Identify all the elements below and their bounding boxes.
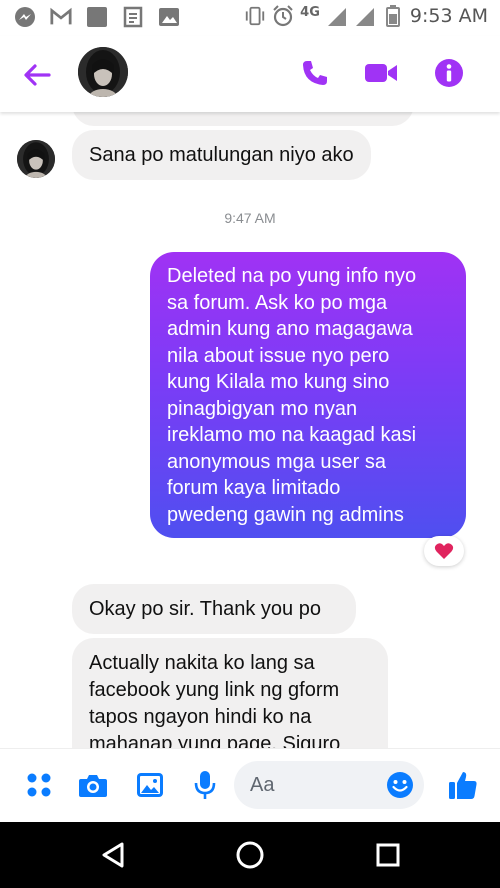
heart-icon: [434, 543, 454, 559]
info-icon: [435, 59, 463, 87]
system-navigation-bar: [0, 822, 500, 888]
message-line: ireklamo mo na kaagad kasi: [167, 424, 417, 446]
conversation-header: [0, 36, 500, 112]
message-line: tapos ngayon hindi ko na: [89, 706, 312, 728]
voice-message-button[interactable]: [190, 770, 220, 800]
circle-home-icon: [236, 841, 264, 869]
like-button[interactable]: [448, 770, 478, 800]
nav-recents-button[interactable]: [373, 840, 403, 870]
incoming-message[interactable]: Okay po sir. Thank you po: [72, 584, 356, 634]
message-line: admin kung ano magagawa: [167, 318, 413, 340]
more-actions-button[interactable]: [24, 770, 54, 800]
video-camera-icon: [365, 64, 397, 82]
image-notification-icon: [158, 6, 180, 28]
message-line: mahanap yung page. Siguro: [89, 733, 341, 748]
smiley-icon: [387, 772, 413, 798]
four-dots-icon: [27, 773, 51, 797]
status-bar: 4G 9:53 AM: [0, 0, 500, 36]
news-icon: [122, 6, 144, 28]
message-text: Sana po matulungan niyo ako: [89, 144, 354, 166]
avatar-photo: [78, 47, 128, 97]
outgoing-message[interactable]: Deleted na po yung info nyo sa forum. As…: [150, 252, 466, 538]
app-notification-icon: [86, 6, 108, 28]
message-composer: [0, 748, 500, 822]
clock: 9:53 AM: [409, 5, 488, 27]
message-line: sa forum. Ask ko po mga: [167, 291, 388, 314]
messenger-notification-icon: [14, 6, 36, 28]
message-line: anonymous mga user sa: [167, 450, 387, 473]
message-line: kung Kilala mo kung sino: [167, 371, 390, 393]
signal-icon-2: [354, 5, 376, 27]
message-thread[interactable]: Sana po matulungan niyo ako 9:47 AM Dele…: [0, 112, 500, 748]
message-line: forum kaya limitado: [167, 477, 341, 499]
emoji-button[interactable]: [386, 771, 414, 799]
image-icon: [137, 773, 163, 797]
square-recents-icon: [376, 843, 400, 867]
voice-call-button[interactable]: [298, 56, 332, 90]
signal-icon: [326, 5, 348, 27]
message-text: Okay po sir. Thank you po: [89, 598, 321, 620]
back-button[interactable]: [20, 58, 54, 92]
back-arrow-icon: [24, 64, 51, 86]
camera-icon: [79, 775, 107, 797]
message-input[interactable]: [250, 771, 370, 799]
microphone-icon: [194, 771, 216, 799]
message-line: nila about issue nyo pero: [167, 344, 390, 367]
message-input-wrapper: [234, 761, 424, 809]
system-indicators: 4G 9:53 AM: [244, 5, 488, 27]
sender-avatar: [17, 140, 55, 178]
battery-icon: [382, 5, 404, 27]
conversation-info-button[interactable]: [432, 56, 466, 90]
incoming-message[interactable]: Sana po matulungan niyo ako: [72, 130, 371, 180]
previous-message-bubble: [72, 112, 414, 126]
sender-avatar-photo: [17, 140, 55, 178]
alarm-icon: [272, 5, 294, 27]
message-line: pwedeng gawin ng admins: [167, 503, 404, 526]
message-line: Deleted na po yung info nyo: [167, 265, 417, 287]
message-line: facebook yung link ng gform: [89, 679, 340, 701]
triangle-back-icon: [102, 842, 124, 868]
gallery-button[interactable]: [135, 770, 165, 800]
contact-avatar[interactable]: [78, 47, 128, 97]
message-timestamp: 9:47 AM: [224, 210, 276, 226]
nav-back-button[interactable]: [98, 840, 128, 870]
message-line: Actually nakita ko lang sa: [89, 652, 315, 674]
camera-button[interactable]: [78, 770, 108, 800]
network-type: 4G: [300, 4, 320, 20]
thumbs-up-icon: [449, 772, 477, 799]
message-line: pinagbigyan mo nyan: [167, 397, 358, 420]
notification-icons: [14, 6, 180, 28]
video-call-button[interactable]: [364, 56, 398, 90]
phone-icon: [303, 61, 327, 85]
reaction-badge[interactable]: [424, 536, 464, 566]
gmail-icon: [50, 6, 72, 28]
incoming-message[interactable]: Actually nakita ko lang sa facebook yung…: [72, 638, 388, 748]
vibrate-icon: [244, 5, 266, 27]
nav-home-button[interactable]: [235, 840, 265, 870]
